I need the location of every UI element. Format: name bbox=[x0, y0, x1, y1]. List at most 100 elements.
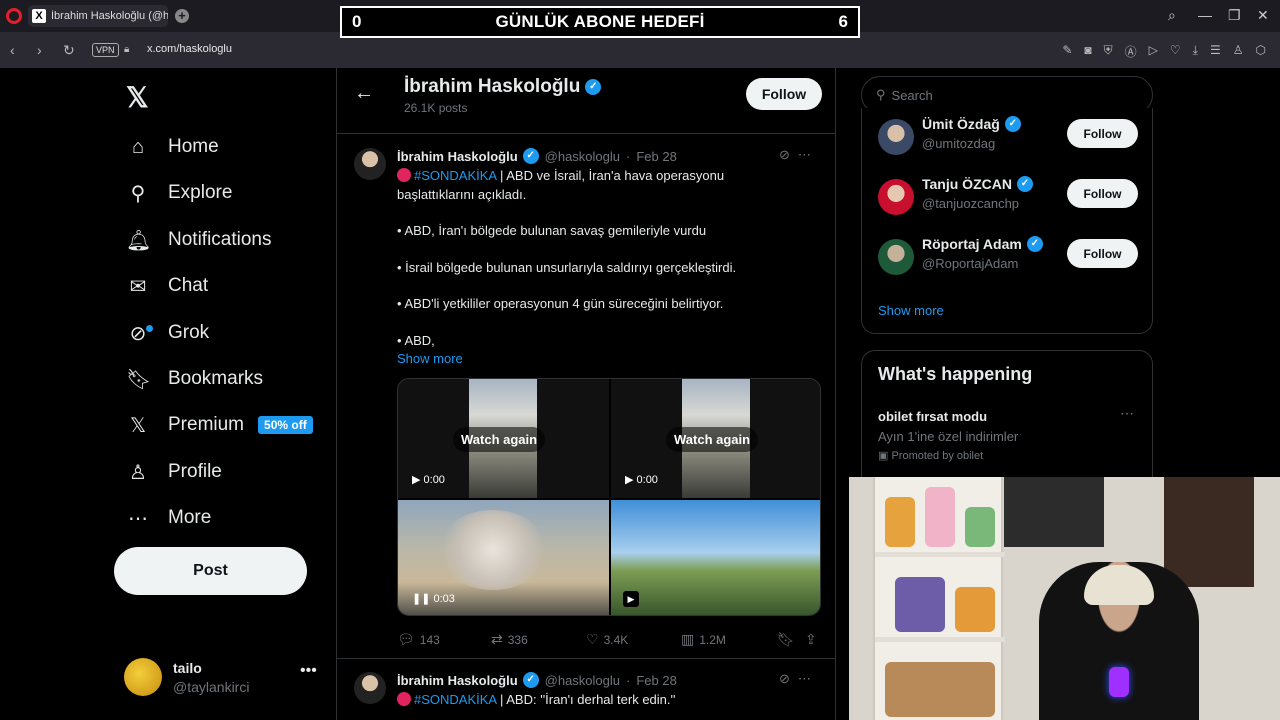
nav-bookmarks[interactable]: 🔖︎ Bookmarks bbox=[126, 361, 263, 397]
tweet-header: İbrahim Haskoloğlu ✓ @haskologlu · Feb 2… bbox=[397, 672, 677, 688]
follow-button[interactable]: Follow bbox=[746, 78, 822, 110]
edit-icon[interactable]: ✎ bbox=[1062, 43, 1072, 60]
search-icon: ⚲ bbox=[130, 182, 146, 205]
suggestion-handle: @tanjuozcanchp bbox=[922, 196, 1020, 211]
more-icon[interactable]: ⋯ bbox=[798, 671, 819, 686]
avatar[interactable] bbox=[354, 148, 386, 180]
shelf-board bbox=[875, 552, 1005, 557]
video-thumbnail[interactable]: Watch again ▶ 0:00 bbox=[611, 379, 820, 498]
back-arrow-icon[interactable]: ← bbox=[354, 82, 374, 105]
cube-icon[interactable]: ⬡ bbox=[1256, 43, 1266, 60]
separator: · bbox=[626, 672, 631, 688]
reply-button[interactable]: 💬︎ 143 bbox=[397, 631, 440, 648]
play-icon[interactable]: ▶ bbox=[623, 591, 639, 607]
video-time-value: 0:00 bbox=[636, 474, 658, 486]
close-window-icon[interactable]: ✕ bbox=[1257, 7, 1269, 24]
suggestion-row[interactable]: Ümit Özdağ ✓ @umitozdag Follow bbox=[878, 113, 1138, 163]
nav-profile[interactable]: ♙ Profile bbox=[126, 454, 222, 490]
author-handle[interactable]: @haskologlu bbox=[545, 673, 620, 688]
goal-title: GÜNLÜK ABONE HEDEFİ bbox=[495, 12, 705, 31]
like-button[interactable]: ♡ 3.4K bbox=[586, 631, 628, 648]
video-time: ▶ 0:00 bbox=[625, 474, 658, 486]
minimize-icon[interactable]: — bbox=[1198, 7, 1212, 23]
tweet-date[interactable]: Feb 28 bbox=[636, 673, 676, 688]
follow-button[interactable]: Follow bbox=[1067, 119, 1138, 148]
watch-again-button[interactable]: Watch again bbox=[453, 427, 546, 452]
reply-count: 143 bbox=[419, 632, 440, 647]
nav-notifications[interactable]: 🔔︎ Notifications bbox=[126, 222, 272, 258]
author-name[interactable]: İbrahim Haskoloğlu bbox=[397, 149, 518, 164]
view-count: 1.2M bbox=[699, 632, 726, 647]
more-icon[interactable]: ⋯ bbox=[1120, 405, 1134, 422]
opera-logo-icon[interactable] bbox=[6, 8, 22, 24]
grok-icon[interactable]: ⊘ bbox=[779, 671, 798, 686]
red-circle-icon bbox=[397, 168, 411, 182]
heart-icon[interactable]: ♡ bbox=[1170, 43, 1181, 60]
video-thumbnail[interactable]: Watch again ▶ 0:00 bbox=[398, 379, 609, 498]
shield-icon[interactable]: ⛨ bbox=[1104, 43, 1113, 60]
search-placeholder: Search bbox=[891, 87, 933, 103]
verified-icon: ✓ bbox=[585, 79, 602, 95]
camera-icon[interactable]: ◙ bbox=[1084, 43, 1091, 60]
goal-current: 0 bbox=[352, 12, 362, 31]
follow-button[interactable]: Follow bbox=[1067, 239, 1138, 268]
maximize-icon[interactable]: ❐ bbox=[1228, 7, 1241, 24]
reload-icon[interactable]: ↻ bbox=[63, 42, 75, 59]
show-more-link[interactable]: Show more bbox=[397, 351, 463, 366]
nav-explore[interactable]: ⚲ Explore bbox=[126, 175, 233, 211]
nav-grok[interactable]: ⊘ Grok bbox=[126, 315, 210, 351]
nav-label: Chat bbox=[168, 275, 209, 296]
more-icon[interactable]: ••• bbox=[300, 662, 317, 680]
person-icon: ♙ bbox=[129, 461, 147, 484]
show-more-link[interactable]: Show more bbox=[878, 303, 944, 318]
bookmark-button[interactable]: 🔖︎ bbox=[777, 631, 800, 648]
nav-chat[interactable]: ✉ Chat bbox=[126, 268, 209, 304]
tweet-date[interactable]: Feb 28 bbox=[636, 149, 676, 164]
download-icon[interactable]: ⤓ bbox=[1193, 43, 1198, 60]
url-field[interactable]: x.com/haskologlu bbox=[147, 43, 232, 55]
suggestion-row[interactable]: Tanju ÖZCAN ✓ @tanjuozcanchp Follow bbox=[878, 173, 1138, 223]
suggestion-name-row: Röportaj Adam ✓ bbox=[922, 236, 1043, 252]
tweet[interactable]: İbrahim Haskoloğlu ✓ @haskologlu · Feb 2… bbox=[337, 658, 835, 720]
video-time[interactable]: ❚❚ 0:03 bbox=[412, 592, 455, 605]
video-thumbnail[interactable]: ▶ bbox=[611, 500, 820, 615]
translate-icon[interactable]: Ⓐ bbox=[1125, 43, 1137, 60]
hashtag-link[interactable]: #SONDAKİKA bbox=[414, 692, 496, 707]
post-button[interactable]: Post bbox=[114, 547, 307, 595]
avatar[interactable] bbox=[354, 672, 386, 704]
nav-home[interactable]: ⌂ Home bbox=[126, 129, 219, 165]
search-tabs-icon[interactable]: ⌕ bbox=[1168, 7, 1176, 24]
new-tab-button[interactable]: + bbox=[175, 9, 189, 23]
bullet-line: • ABD, İran'ı bölgede bulunan savaş gemi… bbox=[397, 223, 707, 238]
forward-icon[interactable]: › bbox=[37, 42, 42, 58]
vpn-badge[interactable]: VPN bbox=[92, 43, 119, 57]
nav-premium[interactable]: 𝕏 Premium 50% off bbox=[126, 407, 313, 443]
author-name[interactable]: İbrahim Haskoloğlu bbox=[397, 673, 518, 688]
play-icon[interactable]: ▷ bbox=[1149, 43, 1158, 60]
x-logo-icon[interactable]: 𝕏 bbox=[126, 81, 149, 114]
profile-icon[interactable]: ♙ bbox=[1233, 43, 1244, 60]
menu-icon[interactable]: ☰ bbox=[1210, 43, 1221, 60]
grok-icon[interactable]: ⊘ bbox=[779, 147, 798, 162]
suggestion-row[interactable]: Röportaj Adam ✓ @RoportajAdam Follow bbox=[878, 233, 1138, 283]
avatar bbox=[878, 119, 914, 155]
account-switcher[interactable]: tailo @taylankirci ••• bbox=[124, 658, 324, 698]
lock-icon[interactable]: 🔒︎ bbox=[124, 44, 129, 55]
views-button[interactable]: ▥ 1.2M bbox=[681, 631, 726, 648]
follow-button[interactable]: Follow bbox=[1067, 179, 1138, 208]
tweet[interactable]: İbrahim Haskoloğlu ✓ @haskologlu · Feb 2… bbox=[337, 134, 835, 658]
suggestion-name: Ümit Özdağ bbox=[922, 116, 1000, 132]
trend-name[interactable]: obilet fırsat modu bbox=[878, 409, 987, 424]
verified-icon: ✓ bbox=[522, 672, 539, 688]
more-icon[interactable]: ⋯ bbox=[798, 147, 819, 162]
hashtag-link[interactable]: #SONDAKİKA bbox=[414, 168, 496, 183]
nav-more[interactable]: ⋯ More bbox=[126, 500, 211, 536]
back-icon[interactable]: ‹ bbox=[10, 42, 15, 58]
tweet-top-icons: ⊘⋯ bbox=[779, 147, 819, 163]
video-playing[interactable]: ❚❚ 0:03 bbox=[398, 500, 609, 615]
watch-again-button[interactable]: Watch again bbox=[666, 427, 759, 452]
author-handle[interactable]: @haskologlu bbox=[545, 149, 620, 164]
repost-button[interactable]: ⇄ 336 bbox=[491, 631, 528, 648]
browser-tab[interactable]: X İbrahim Haskoloğlu (@ha bbox=[28, 5, 168, 27]
share-button[interactable]: ⇪ bbox=[805, 631, 822, 648]
